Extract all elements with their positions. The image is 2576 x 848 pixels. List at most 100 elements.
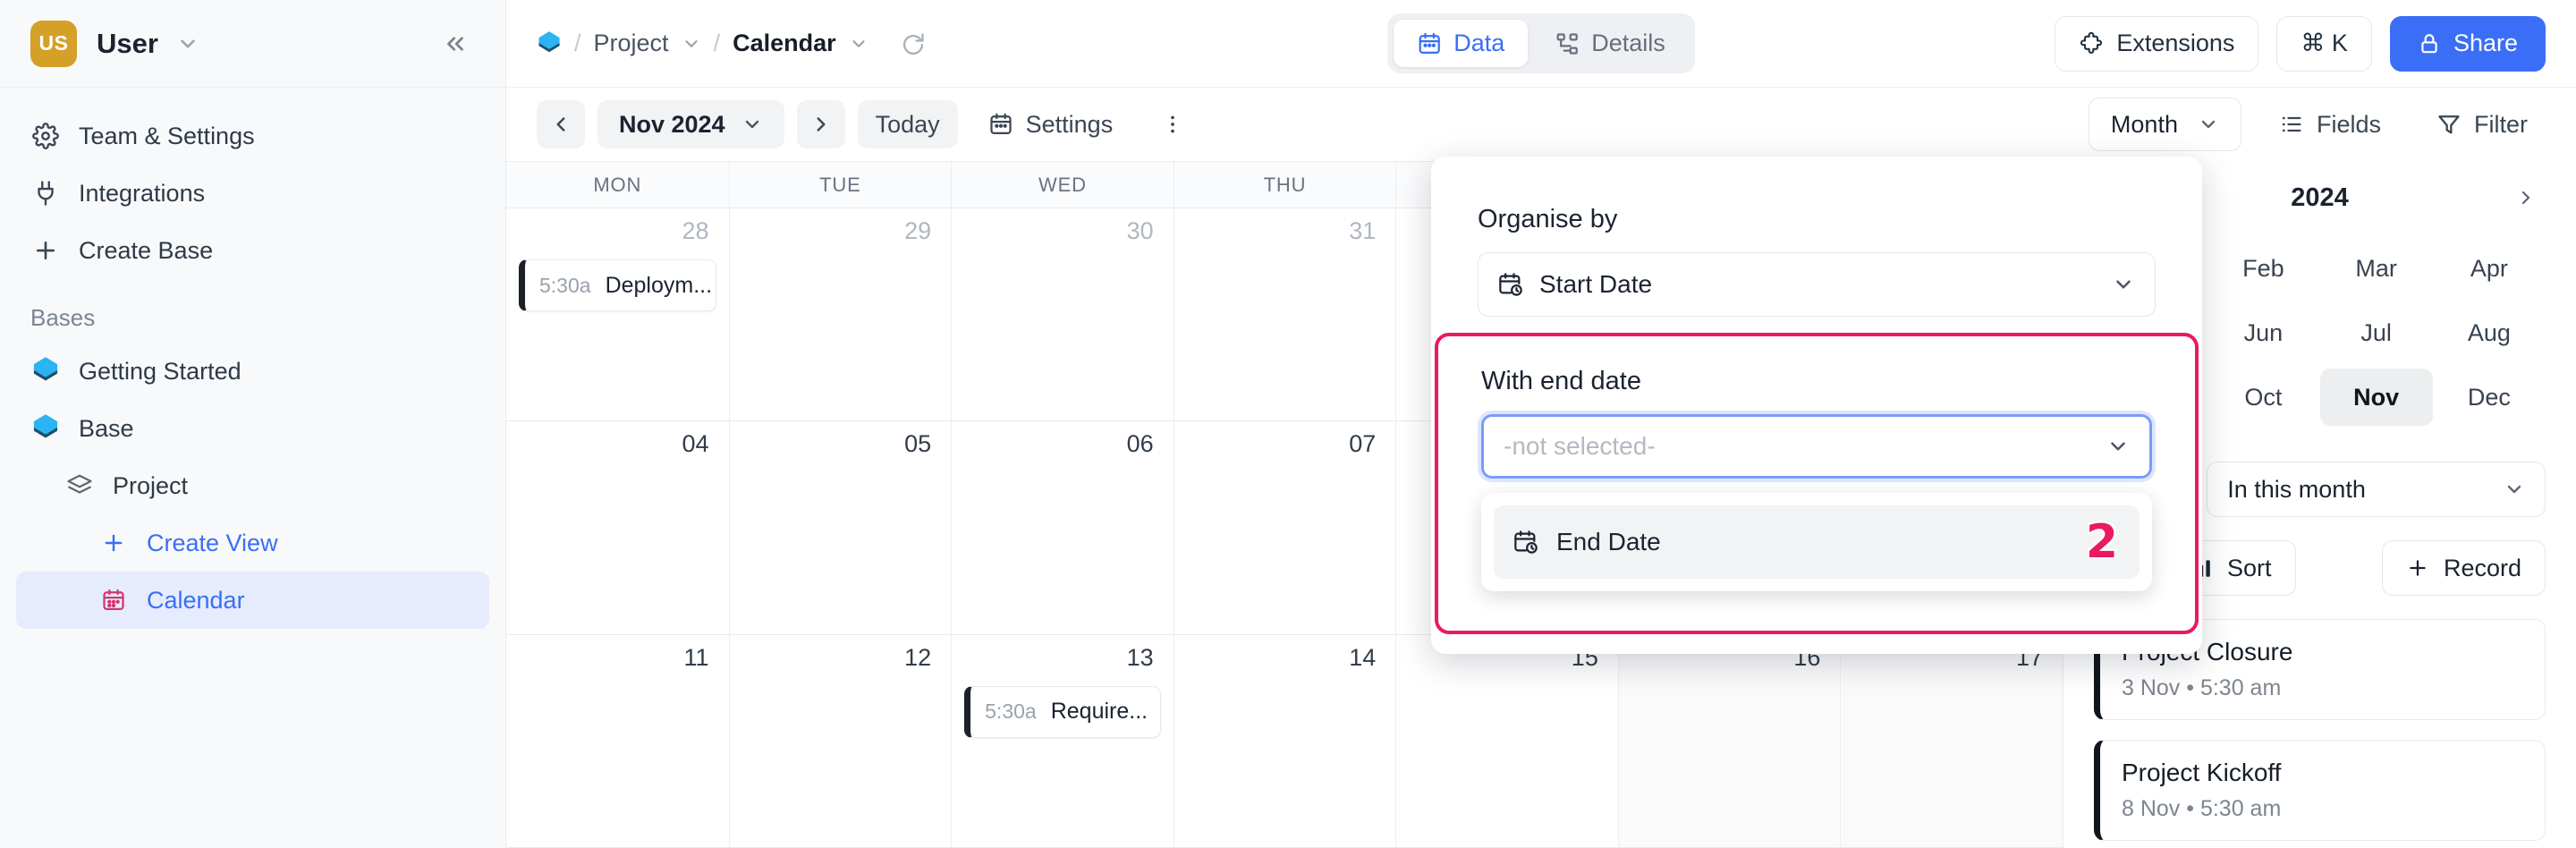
today-button[interactable]: Today: [858, 100, 958, 148]
sort-label: Sort: [2227, 555, 2272, 582]
month-option-jun[interactable]: Jun: [2207, 304, 2319, 361]
chevron-down-icon[interactable]: [682, 34, 701, 54]
end-date-placeholder: -not selected-: [1504, 432, 1656, 461]
base-hexagon-icon: [30, 413, 61, 444]
left-sidebar: US User Team & Settings Integrations: [0, 0, 506, 848]
calendar-icon: [98, 588, 129, 613]
command-palette-button[interactable]: ⌘ K: [2276, 16, 2372, 72]
view-mode-segmented-control: Data Details: [1387, 13, 1695, 73]
workspace-header[interactable]: US User: [0, 0, 505, 88]
main-area: / Project / Calendar: [506, 0, 2576, 848]
month-option-jul[interactable]: Jul: [2320, 304, 2433, 361]
chevron-down-icon: [2198, 114, 2219, 135]
calendar-day-cell[interactable]: 17: [1840, 635, 2063, 847]
calendar-day-cell[interactable]: 29: [729, 208, 952, 420]
view-scale-select[interactable]: Month: [2089, 98, 2241, 151]
next-year-button[interactable]: [2506, 178, 2546, 217]
sidebar-item-label: Getting Started: [79, 358, 242, 386]
extensions-label: Extensions: [2116, 30, 2234, 57]
calendar-day-number: 31: [1174, 217, 1396, 245]
organise-by-select[interactable]: Start Date: [1478, 252, 2156, 317]
end-date-dropdown: End Date 2: [1481, 493, 2152, 591]
fields-label: Fields: [2317, 111, 2381, 139]
calendar-day-number: 29: [730, 217, 952, 245]
calendar-day-header: TUE: [729, 162, 952, 208]
calendar-event[interactable]: 5:30aRequire...: [964, 686, 1161, 738]
calendar-day-cell[interactable]: 31: [1174, 208, 1396, 420]
with-end-date-highlight: With end date -not selected- End Date 2: [1435, 333, 2199, 634]
month-option-dec[interactable]: Dec: [2433, 369, 2546, 426]
sidebar-item-team-settings[interactable]: Team & Settings: [16, 107, 489, 165]
organise-by-section: Organise by Start Date: [1431, 157, 2202, 317]
month-option-apr[interactable]: Apr: [2433, 240, 2546, 297]
month-option-nov[interactable]: Nov: [2320, 369, 2433, 426]
month-option-feb[interactable]: Feb: [2207, 240, 2319, 297]
base-hexagon-icon[interactable]: [537, 30, 562, 57]
month-option-oct[interactable]: Oct: [2207, 369, 2319, 426]
month-option-mar[interactable]: Mar: [2320, 240, 2433, 297]
sidebar-item-getting-started[interactable]: Getting Started: [16, 343, 489, 400]
calendar-day-cell[interactable]: 07: [1174, 421, 1396, 633]
records-filter-select[interactable]: In this month: [2207, 462, 2546, 517]
lock-icon: [2418, 32, 2441, 55]
calendar-day-cell[interactable]: 11: [506, 635, 729, 847]
month-picker-button[interactable]: Nov 2024: [597, 100, 784, 148]
breadcrumb-view[interactable]: Calendar: [733, 30, 836, 57]
organise-by-label: Organise by: [1478, 205, 2156, 234]
extensions-button[interactable]: Extensions: [2055, 16, 2258, 72]
calendar-day-cell[interactable]: 30: [951, 208, 1174, 420]
calendar-day-cell[interactable]: 15: [1395, 635, 1618, 847]
tab-data[interactable]: Data: [1394, 20, 1528, 67]
filter-icon: [2436, 112, 2462, 137]
add-record-button[interactable]: Record: [2382, 540, 2546, 596]
record-card[interactable]: Project Kickoff8 Nov • 5:30 am: [2094, 740, 2546, 841]
calendar-day-cell[interactable]: 04: [506, 421, 729, 633]
fields-button[interactable]: Fields: [2261, 100, 2399, 148]
sidebar-item-integrations[interactable]: Integrations: [16, 165, 489, 222]
sidebar-item-base[interactable]: Base: [16, 400, 489, 457]
share-button[interactable]: Share: [2390, 16, 2546, 72]
next-month-button[interactable]: [797, 100, 845, 148]
filter-button[interactable]: Filter: [2419, 100, 2546, 148]
dropdown-option-end-date[interactable]: End Date 2: [1494, 505, 2140, 579]
breadcrumb-table[interactable]: Project: [594, 30, 669, 57]
puzzle-icon: [2079, 31, 2104, 56]
sidebar-item-create-base[interactable]: Create Base: [16, 222, 489, 279]
refresh-icon[interactable]: [901, 31, 926, 56]
sidebar-item-label: Integrations: [79, 180, 205, 208]
calendar-settings-popup: Organise by Start Date With end date -no…: [1431, 157, 2202, 654]
sidebar-item-table-project[interactable]: Project: [16, 457, 489, 514]
calendar-day-number: 12: [730, 644, 952, 672]
collapse-sidebar-button[interactable]: [436, 24, 475, 64]
previous-month-button[interactable]: [537, 100, 585, 148]
calendar-day-number: 28: [506, 217, 729, 245]
calendar-day-cell[interactable]: 12: [729, 635, 952, 847]
chevron-down-icon[interactable]: [176, 32, 199, 55]
chevron-down-icon: [2106, 435, 2130, 458]
calendar-icon: [1417, 31, 1442, 56]
end-date-select[interactable]: -not selected-: [1481, 414, 2152, 479]
calendar-event[interactable]: 5:30aDeploym...: [519, 259, 716, 311]
calendar-day-cell[interactable]: 13 5:30aRequire...: [951, 635, 1174, 847]
chevron-down-icon: [2112, 273, 2135, 296]
records-filter-value: In this month: [2227, 476, 2366, 504]
calendar-day-cell[interactable]: 05: [729, 421, 952, 633]
topbar-actions: Extensions ⌘ K Share: [2055, 16, 2546, 72]
sidebar-nav: Team & Settings Integrations Create Base: [0, 88, 505, 279]
chevron-down-icon[interactable]: [849, 34, 869, 54]
calendar-day-cell[interactable]: 14: [1174, 635, 1396, 847]
calendar-day-cell[interactable]: 16: [1618, 635, 1841, 847]
plus-icon: [98, 530, 129, 555]
more-options-button[interactable]: [1143, 100, 1202, 148]
calendar-day-cell[interactable]: 28 5:30aDeploym...: [506, 208, 729, 420]
calendar-day-cell[interactable]: 06: [951, 421, 1174, 633]
tab-details[interactable]: Details: [1531, 20, 1689, 67]
sidebar-item-create-view[interactable]: Create View: [16, 514, 489, 572]
record-subtitle: 8 Nov • 5:30 am: [2122, 796, 2523, 822]
calendar-day-number: 13: [952, 644, 1174, 672]
plug-icon: [30, 180, 61, 207]
month-option-aug[interactable]: Aug: [2433, 304, 2546, 361]
add-record-label: Record: [2444, 555, 2521, 582]
settings-button[interactable]: Settings: [970, 100, 1131, 148]
sidebar-item-calendar-view[interactable]: Calendar: [16, 572, 489, 629]
